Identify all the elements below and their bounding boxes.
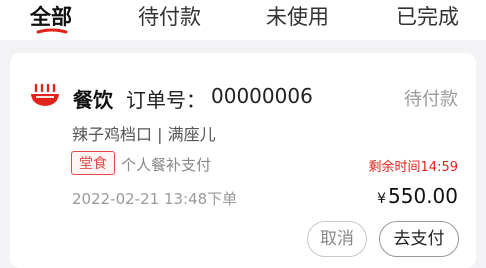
order-status: 待付款 <box>404 89 458 110</box>
order-card[interactable]: 餐饮 订单号： 00000006 待付款 辣子鸡档口 | 满座儿 堂食 个人餐补… <box>10 53 476 268</box>
tab-pending-payment[interactable]: 待付款 <box>138 2 201 36</box>
order-tabs: 全部 待付款 未使用 已完成 <box>0 0 486 40</box>
dine-in-tag: 堂食 <box>71 151 115 175</box>
amount-value: 550.00 <box>388 184 458 208</box>
order-number-label: 订单号： <box>126 88 206 112</box>
merchant-name: 辣子鸡档口 | 满座儿 <box>72 125 216 144</box>
restaurant-bowl-icon <box>31 83 59 106</box>
cancel-button[interactable]: 取消 <box>307 221 367 257</box>
payment-type: 个人餐补支付 <box>121 156 212 174</box>
active-tab-indicator <box>36 28 68 34</box>
order-time: 2022-02-21 13:48下单 <box>72 190 238 208</box>
tab-unused[interactable]: 未使用 <box>266 2 329 36</box>
tab-completed[interactable]: 已完成 <box>396 2 459 36</box>
order-category: 餐饮 <box>73 88 113 112</box>
pay-button[interactable]: 去支付 <box>379 221 459 257</box>
countdown-label: 剩余时间 <box>368 160 421 175</box>
currency-symbol: ¥ <box>377 191 387 207</box>
payment-countdown: 剩余时间14:59 <box>369 156 458 175</box>
countdown-value: 14:59 <box>420 160 458 175</box>
order-number: 00000006 <box>211 84 313 108</box>
order-amount: ¥550.00 <box>377 184 458 208</box>
